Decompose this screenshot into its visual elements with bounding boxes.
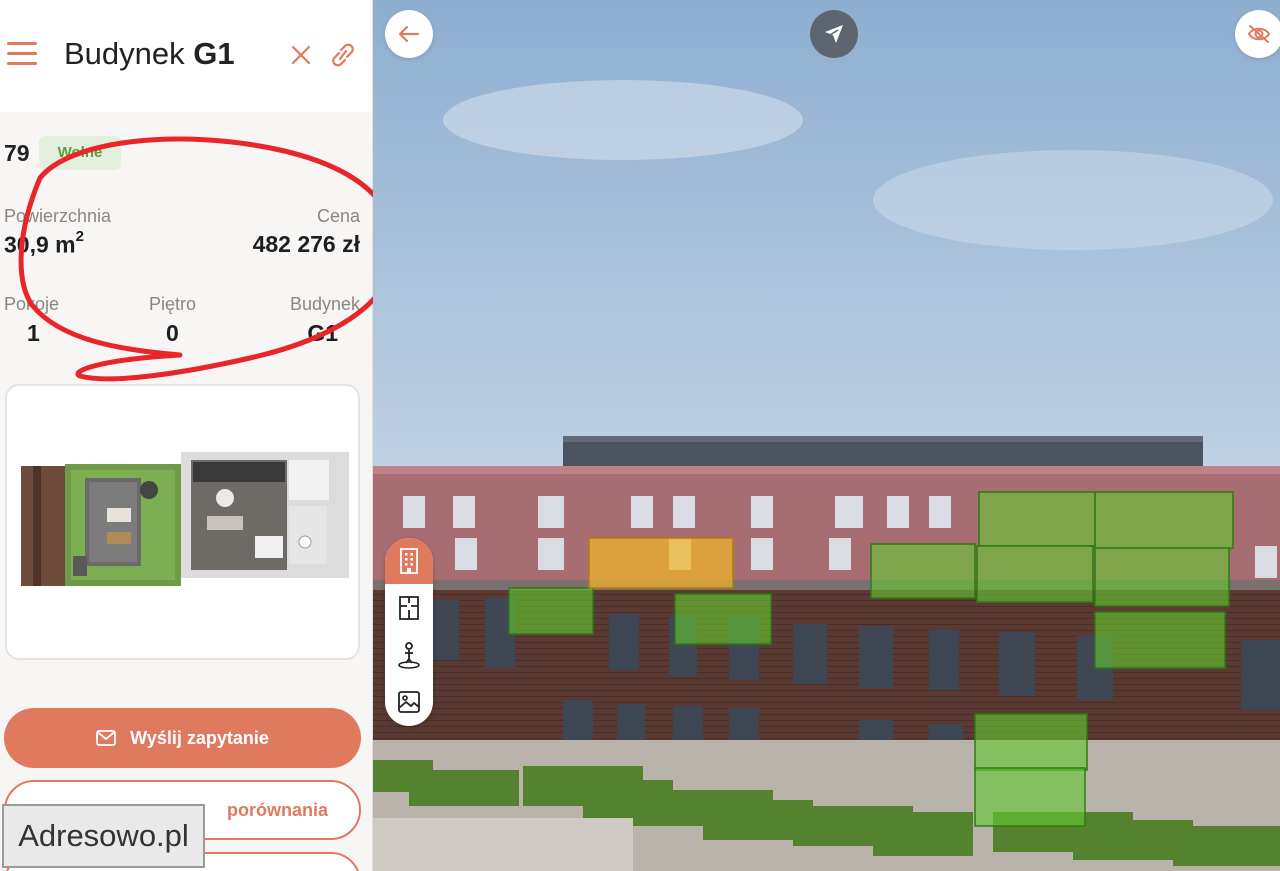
building-value: G1 xyxy=(307,320,338,346)
title-building: G1 xyxy=(193,36,235,71)
area-label: Powierzchnia xyxy=(4,206,112,226)
back-button[interactable] xyxy=(385,10,433,58)
status-badge: Wolne xyxy=(39,136,121,170)
price-label: Cena xyxy=(316,206,360,226)
floor-value: 0 xyxy=(166,320,179,346)
hamburger-menu-icon[interactable] xyxy=(7,42,37,66)
panel-header: Budynek G1 xyxy=(0,0,372,112)
send-inquiry-button[interactable]: Wyślij zapytanie xyxy=(4,708,361,768)
compass-button[interactable] xyxy=(810,10,858,58)
selected-unit[interactable] xyxy=(588,537,734,589)
apartment-details-panel: Budynek G1 79 Wolne Powierzchnia 30,9 m2… xyxy=(0,0,373,871)
mail-icon xyxy=(96,730,117,746)
title-prefix: Budynek xyxy=(64,36,185,71)
send-inquiry-label: Wyślij zapytanie xyxy=(130,727,269,748)
compass-icon xyxy=(821,21,847,47)
floor-label: Piętro xyxy=(149,294,197,314)
walk-view-button[interactable] xyxy=(385,632,433,678)
toggle-visibility-button[interactable] xyxy=(1235,10,1280,58)
building-3d-view[interactable] xyxy=(373,0,1280,871)
eye-off-icon xyxy=(1247,24,1271,44)
area-value: 30,9 m2 xyxy=(4,228,84,258)
compare-label: porównania xyxy=(226,799,328,820)
page-title: Budynek G1 xyxy=(64,36,235,72)
building-view-button[interactable] xyxy=(385,538,433,584)
building-icon xyxy=(398,547,420,575)
person-pin-icon xyxy=(396,641,422,669)
rooms-value: 1 xyxy=(27,320,40,346)
building-render xyxy=(373,0,1280,871)
view-mode-toolbar xyxy=(385,538,433,726)
link-icon[interactable] xyxy=(330,41,356,69)
floor-plan-image xyxy=(21,452,349,586)
watermark: Adresowo.pl xyxy=(2,804,205,868)
image-icon xyxy=(397,690,421,714)
building-label: Budynek xyxy=(289,294,360,314)
close-icon[interactable] xyxy=(290,44,312,66)
floor-plan-card[interactable] xyxy=(5,384,360,660)
price-value: 482 276 zł xyxy=(252,231,360,257)
gallery-view-button[interactable] xyxy=(385,679,433,725)
rooms-label: Pokoje xyxy=(4,294,60,314)
apartment-number: 79 xyxy=(4,140,30,166)
arrow-left-icon xyxy=(398,25,420,43)
floor-plan-icon xyxy=(397,594,421,622)
floor-plan-view-button[interactable] xyxy=(385,585,433,631)
